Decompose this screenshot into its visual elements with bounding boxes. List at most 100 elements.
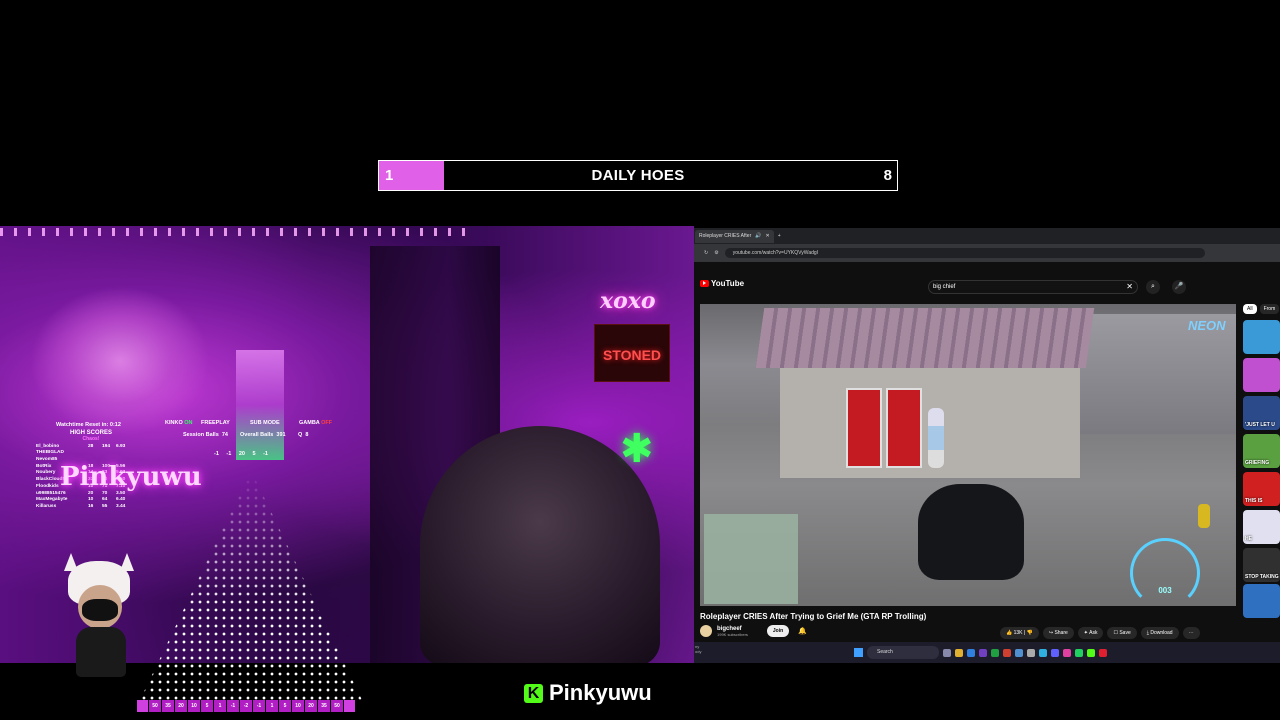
video-actions: 👍 13K | 👎 ↪ Share ✦ Ask ☐ Save ⤓ Downloa…	[1000, 627, 1200, 639]
wall-mural	[30, 286, 210, 436]
wager-cell: 50	[331, 700, 343, 712]
app-icon-cyan[interactable]	[1039, 648, 1047, 657]
wager-cell: 1	[266, 700, 278, 712]
tab-bar: Roleplayer CRIES After 🔊 ✕ +	[694, 228, 1280, 244]
join-button[interactable]: Join	[766, 625, 790, 637]
kick-icon[interactable]	[1087, 648, 1095, 657]
game-speedometer: 003	[1130, 538, 1200, 606]
daily-goal-bar: 1 DAILY HOES 8	[378, 160, 898, 191]
wager-cell: 20	[305, 700, 317, 712]
recommended-video-thumbnail[interactable]	[1243, 358, 1280, 392]
chip-from[interactable]: From	[1259, 304, 1280, 314]
youtube-logo[interactable]: YouTube	[700, 279, 744, 288]
windows-start-icon[interactable]	[854, 648, 863, 657]
freeplay-label: FREEPLAY	[201, 420, 230, 426]
like-button[interactable]: 👍 13K | 👎	[1000, 627, 1039, 639]
channel-branding: K Pinkyuwu	[524, 680, 652, 706]
microphone-icon[interactable]: 🎤	[1172, 280, 1186, 294]
discord-icon[interactable]	[979, 648, 987, 657]
recommended-video-thumbnail[interactable]: STOP TAKING	[1243, 548, 1280, 582]
reload-icon[interactable]: ↻	[704, 250, 708, 256]
submode-label: SUB MODE	[250, 420, 280, 426]
goal-title: DAILY HOES	[591, 167, 685, 184]
speaker-icon: 🔊	[755, 232, 762, 239]
chrome-icon[interactable]	[991, 648, 999, 657]
string-lights	[0, 228, 470, 236]
address-bar: ↻ ⚙ youtube.com/watch?v=UYKQVyWadgI	[694, 244, 1280, 262]
chip-all[interactable]: All	[1243, 304, 1257, 314]
channel-name: Pinkyuwu	[549, 680, 652, 705]
score-row: THEBIGLAD	[36, 450, 64, 456]
neon-sign-xoxo: xoxo	[600, 288, 656, 314]
app-icon-red[interactable]	[1003, 648, 1011, 657]
overall-balls: Overall Balls 391	[240, 432, 286, 438]
more-icon[interactable]: ⋯	[1182, 627, 1200, 639]
stream-overlay-text: NEON	[1188, 318, 1226, 333]
neon-name-sign: Pinkyuwu	[60, 462, 202, 492]
file-explorer-icon[interactable]	[955, 648, 963, 657]
edge-icon[interactable]	[967, 648, 975, 657]
share-button[interactable]: ↪ Share	[1042, 627, 1074, 639]
stoned-sign: STONED	[594, 324, 670, 382]
app-icon-indigo[interactable]	[1051, 648, 1059, 657]
kick-logo-icon: K	[524, 683, 543, 703]
recommended-video-thumbnail[interactable]	[1243, 584, 1280, 618]
wager-cell: 1	[214, 700, 226, 712]
wager-cell: 35	[318, 700, 330, 712]
goal-target: 8	[883, 167, 892, 184]
game-minimap	[704, 514, 798, 604]
app-icon-gray[interactable]	[1027, 648, 1035, 657]
kinko-status: KINKO ON	[165, 420, 193, 426]
taskbar-edge-text: ny ody	[695, 644, 702, 654]
wager-strip: 50 35 20 10 5 1 -1 -2 -1 1 5 10 20 35 50	[137, 700, 355, 712]
recommended-video-thumbnail[interactable]: GRIEFING	[1243, 434, 1280, 468]
browser-tab[interactable]: Roleplayer CRIES After 🔊 ✕	[695, 229, 774, 243]
sparkle-icon: ✦	[1083, 630, 1088, 636]
wager-cell: 5	[279, 700, 291, 712]
task-view-icon[interactable]	[943, 648, 951, 657]
app-icon-blue[interactable]	[1015, 648, 1023, 657]
site-info-icon[interactable]: ⚙	[714, 250, 718, 256]
save-button[interactable]: ☐ Save	[1107, 627, 1137, 639]
video-player[interactable]: NEON 003	[700, 304, 1236, 606]
browser-window: Roleplayer CRIES After 🔊 ✕ + ↻ ⚙ youtube.c…	[694, 228, 1280, 663]
wager-cell-end	[344, 700, 355, 712]
taskbar-search[interactable]: Search	[867, 646, 939, 659]
gamba-status: GAMBA OFF	[299, 420, 333, 426]
share-icon: ↪	[1048, 630, 1054, 636]
url-field[interactable]: youtube.com/watch?v=UYKQVyWadgI	[724, 248, 1205, 258]
screen-glow	[236, 350, 284, 460]
download-button[interactable]: ⤓ Download	[1140, 627, 1179, 639]
spotify-icon[interactable]	[1075, 648, 1083, 657]
app-icon-crimson[interactable]	[1099, 648, 1107, 657]
score-row: MaxMegabyte 10 64 6.40	[36, 497, 126, 503]
channel-avatar[interactable]	[700, 625, 712, 637]
wager-cell: 10	[292, 700, 304, 712]
game-roof	[755, 308, 1095, 368]
neon-leaf-icon: ✱	[620, 427, 654, 471]
close-tab-icon: ✕	[765, 232, 770, 239]
search-input[interactable]: big chief ✕	[928, 280, 1138, 294]
wager-cell: -2	[240, 700, 252, 712]
q-value: Q 8	[298, 432, 309, 438]
clear-search-icon[interactable]: ✕	[1126, 281, 1133, 293]
wager-cell: -1	[253, 700, 265, 712]
wager-cell: 10	[188, 700, 200, 712]
game-character	[928, 408, 944, 468]
bell-icon[interactable]: 🔔	[798, 627, 807, 635]
search-icon[interactable]: ⌕	[1146, 280, 1160, 294]
new-tab-button[interactable]: +	[778, 233, 781, 239]
download-icon: ⤓	[1146, 630, 1149, 636]
recommended-video-thumbnail[interactable]	[1243, 320, 1280, 354]
game-car	[918, 484, 1024, 580]
recommended-video-thumbnail[interactable]: THIS IS	[1243, 472, 1280, 506]
hud-mini-values: -1 -1 20 5 -1	[214, 451, 268, 457]
session-balls: Session Balls 74	[183, 432, 228, 438]
ask-button[interactable]: ✦ Ask	[1077, 627, 1104, 639]
recommended-video-thumbnail[interactable]: HE	[1243, 510, 1280, 544]
app-icon-pink[interactable]	[1063, 648, 1071, 657]
game-door	[886, 388, 922, 468]
recommended-video-thumbnail[interactable]: 'JUST LET U	[1243, 396, 1280, 430]
youtube-play-icon	[700, 279, 709, 287]
watchtime-label: Watchtime Reset in: 0:12	[56, 422, 121, 428]
